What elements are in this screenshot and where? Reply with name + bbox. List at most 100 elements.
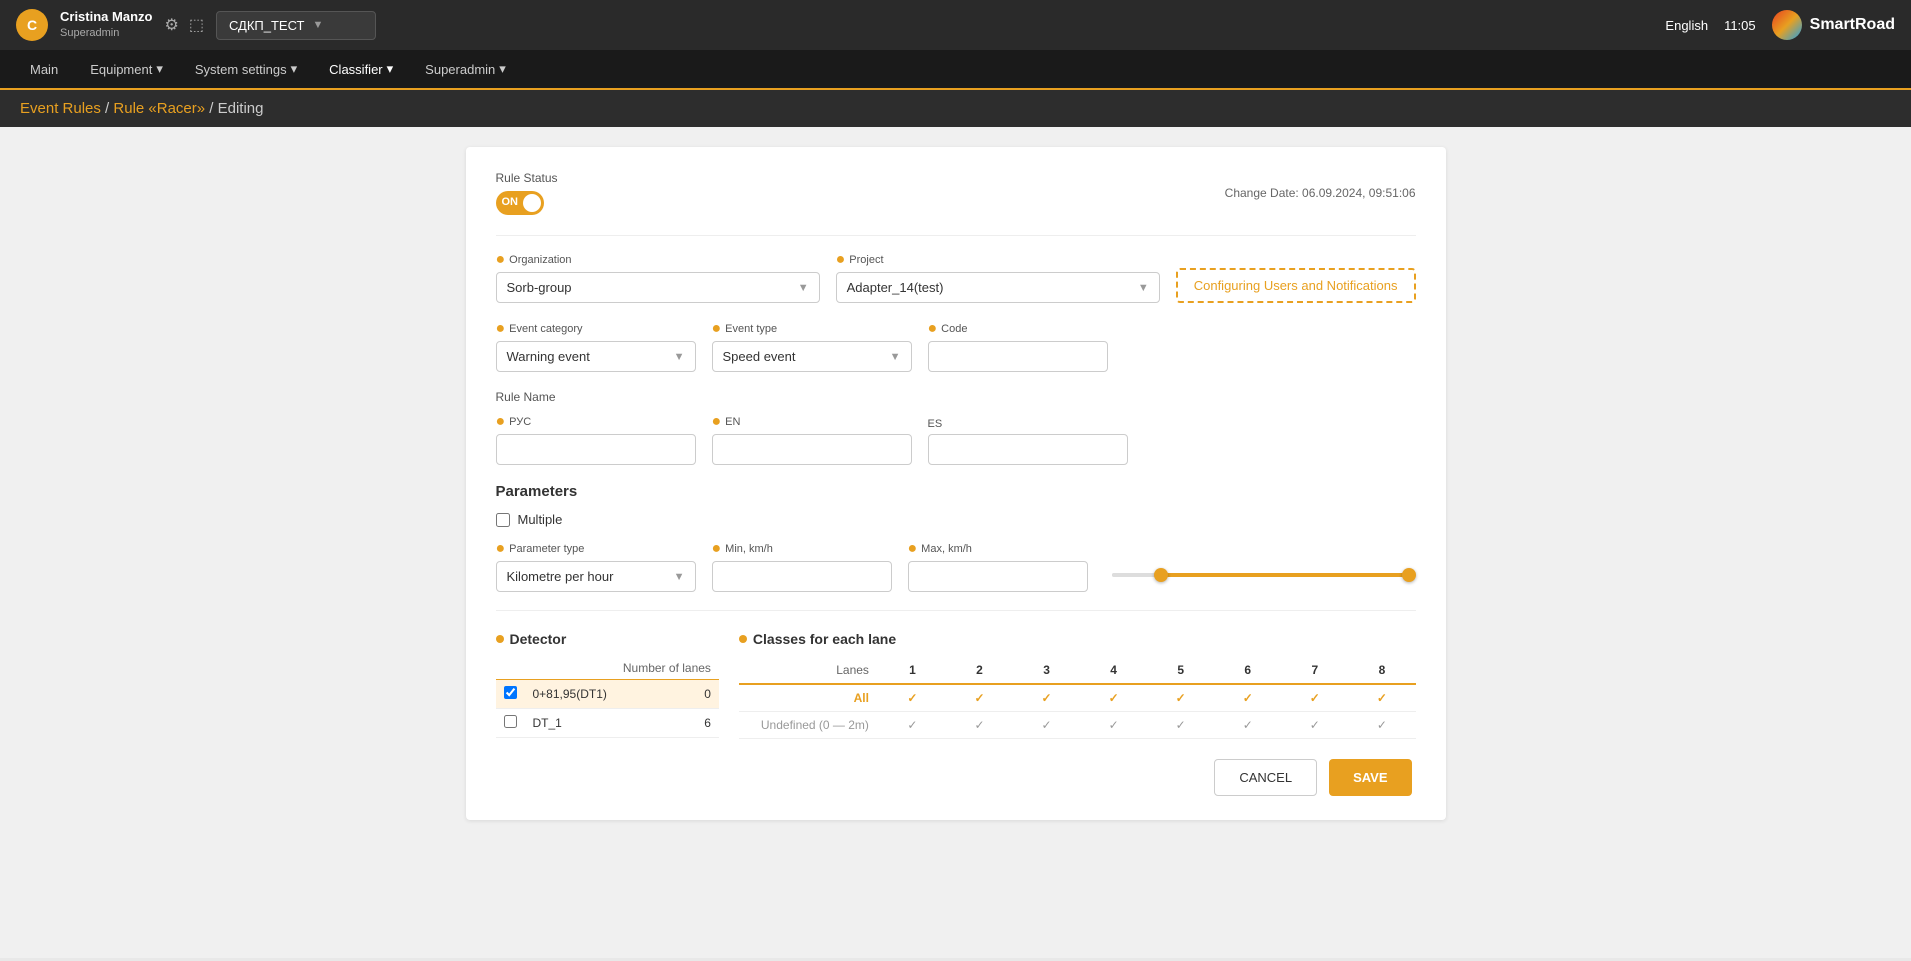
lane-check[interactable]: ✓ xyxy=(1080,712,1147,739)
table-row[interactable]: DT_1 6 xyxy=(496,709,719,738)
chevron-down-icon: ▼ xyxy=(674,351,685,363)
lane-check[interactable]: ✓ xyxy=(1281,712,1348,739)
config-users-button[interactable]: Configuring Users and Notifications xyxy=(1176,268,1416,303)
event-type-select[interactable]: Speed event ▼ xyxy=(712,341,912,372)
project-name: СДКП_ТЕСТ xyxy=(229,18,305,33)
nav-item-superadmin[interactable]: Superadmin ▾ xyxy=(411,53,520,85)
divider2 xyxy=(496,610,1416,611)
toggle-text: ON xyxy=(502,196,519,208)
lane-header-4: 4 xyxy=(1080,657,1147,684)
breadcrumb: Event Rules / Rule «Racer» / Editing xyxy=(0,90,1911,127)
settings-icon[interactable]: ⚙ xyxy=(164,15,178,35)
slider-container xyxy=(1112,573,1416,577)
project-group: ● Project Adapter_14(test) ▼ xyxy=(836,252,1160,303)
cancel-button[interactable]: CANCEL xyxy=(1214,759,1317,796)
rule-status-toggle[interactable]: ON xyxy=(496,191,544,215)
event-category-label-text: Event category xyxy=(509,323,582,335)
language-selector[interactable]: English xyxy=(1665,18,1708,33)
project-label: ● Project xyxy=(836,252,1160,268)
chevron-down-icon: ▼ xyxy=(1138,282,1149,294)
detector-checkbox[interactable] xyxy=(504,715,517,728)
lane-check[interactable]: ✓ xyxy=(1147,684,1214,712)
min-input[interactable]: 75 xyxy=(712,561,892,592)
lane-check[interactable]: ✓ xyxy=(1348,712,1415,739)
parameter-type-group: ● Parameter type Kilometre per hour ▼ xyxy=(496,541,696,592)
chevron-down-icon: ▾ xyxy=(387,61,394,77)
brand-logo xyxy=(1772,10,1802,40)
lanes-header-row: Lanes 1 2 3 4 5 6 7 8 xyxy=(739,657,1416,684)
event-row: ● Event category Warning event ▼ ● Event… xyxy=(496,321,1416,372)
en-input[interactable]: Racer xyxy=(712,434,912,465)
logout-icon[interactable]: ⬚ xyxy=(189,15,204,35)
lane-header-7: 7 xyxy=(1281,657,1348,684)
lane-header-3: 3 xyxy=(1013,657,1080,684)
slider-thumb-right[interactable] xyxy=(1402,568,1416,582)
lane-check[interactable]: ✓ xyxy=(1214,712,1281,739)
save-button[interactable]: SAVE xyxy=(1329,759,1411,796)
table-row[interactable]: 0+81,95(DT1) 0 xyxy=(496,680,719,709)
topbar-icons[interactable]: ⚙ ⬚ xyxy=(164,15,203,35)
lane-check[interactable]: ✓ xyxy=(1214,684,1281,712)
table-row[interactable]: All ✓ ✓ ✓ ✓ ✓ ✓ ✓ ✓ xyxy=(739,684,1416,712)
slider-thumb-left[interactable] xyxy=(1154,568,1168,582)
nav-item-main[interactable]: Main xyxy=(16,54,72,85)
organization-label-text: Organization xyxy=(509,254,571,266)
user-avatar: C xyxy=(16,9,48,41)
bottom-section: Detector Number of lanes 0+81,95(DT1) xyxy=(496,631,1416,739)
rule-status-label: Rule Status xyxy=(496,171,558,185)
lane-check[interactable]: ✓ xyxy=(1348,684,1415,712)
multiple-label: Multiple xyxy=(518,512,563,527)
ruc-input[interactable]: Лихач xyxy=(496,434,696,465)
brand-name: SmartRoad xyxy=(1810,16,1895,34)
table-row[interactable]: Undefined (0 — 2m) ✓ ✓ ✓ ✓ ✓ ✓ ✓ ✓ xyxy=(739,712,1416,739)
organization-select[interactable]: Sorb-group ▼ xyxy=(496,272,820,303)
project-selector[interactable]: СДКП_ТЕСТ ▼ xyxy=(216,11,376,40)
slider-track[interactable] xyxy=(1112,573,1416,577)
lane-check[interactable]: ✓ xyxy=(1147,712,1214,739)
status-row: Rule Status ON Change Date: 06.09.2024, … xyxy=(496,171,1416,215)
rule-name-section: Rule Name ● РУС Лихач ● EN Racer xyxy=(496,390,1416,465)
chevron-down-icon: ▼ xyxy=(798,282,809,294)
topbar: C Cristina Manzo Superadmin ⚙ ⬚ СДКП_ТЕС… xyxy=(0,0,1911,50)
lane-check[interactable]: ✓ xyxy=(879,712,946,739)
detector-section: Detector Number of lanes 0+81,95(DT1) xyxy=(496,631,719,739)
lane-check[interactable]: ✓ xyxy=(879,684,946,712)
nav-label-superadmin: Superadmin xyxy=(425,62,495,77)
lane-check[interactable]: ✓ xyxy=(946,712,1013,739)
max-label-text: Max, km/h xyxy=(921,543,972,555)
dot-orange-icon xyxy=(496,635,504,643)
all-row-label: All xyxy=(739,684,879,712)
chevron-down-icon: ▼ xyxy=(890,351,901,363)
parameter-type-select[interactable]: Kilometre per hour ▼ xyxy=(496,561,696,592)
project-select[interactable]: Adapter_14(test) ▼ xyxy=(836,272,1160,303)
event-category-select[interactable]: Warning event ▼ xyxy=(496,341,696,372)
nav-label-equipment: Equipment xyxy=(90,62,152,77)
ruc-label: ● РУС xyxy=(496,414,696,430)
lane-check[interactable]: ✓ xyxy=(1080,684,1147,712)
nav-item-classifier[interactable]: Classifier ▾ xyxy=(315,53,407,85)
ruc-group: ● РУС Лихач xyxy=(496,414,696,465)
breadcrumb-event-rules[interactable]: Event Rules xyxy=(20,100,101,117)
event-type-group: ● Event type Speed event ▼ xyxy=(712,321,912,372)
lane-check[interactable]: ✓ xyxy=(946,684,1013,712)
brand: SmartRoad xyxy=(1772,10,1895,40)
nav-item-equipment[interactable]: Equipment ▾ xyxy=(76,53,177,85)
lane-check[interactable]: ✓ xyxy=(1013,712,1080,739)
breadcrumb-rule[interactable]: Rule «Racer» xyxy=(113,100,205,117)
chevron-down-icon: ▾ xyxy=(156,61,163,77)
event-category-label: ● Event category xyxy=(496,321,696,337)
nav-item-system-settings[interactable]: System settings ▾ xyxy=(181,53,311,85)
multiple-checkbox[interactable] xyxy=(496,513,510,527)
chevron-down-icon: ▼ xyxy=(674,571,685,583)
parameter-type-label-text: Parameter type xyxy=(509,543,584,555)
lane-check[interactable]: ✓ xyxy=(1013,684,1080,712)
detector-checkbox[interactable] xyxy=(504,686,517,699)
project-value: Adapter_14(test) xyxy=(847,280,944,295)
lane-check[interactable]: ✓ xyxy=(1281,684,1348,712)
chevron-down-icon: ▼ xyxy=(313,19,324,31)
code-input[interactable]: 503 xyxy=(928,341,1108,372)
multiple-checkbox-row: Multiple xyxy=(496,512,1416,527)
es-input[interactable]: Corredor xyxy=(928,434,1128,465)
max-input[interactable]: 300 xyxy=(908,561,1088,592)
en-label: ● EN xyxy=(712,414,912,430)
